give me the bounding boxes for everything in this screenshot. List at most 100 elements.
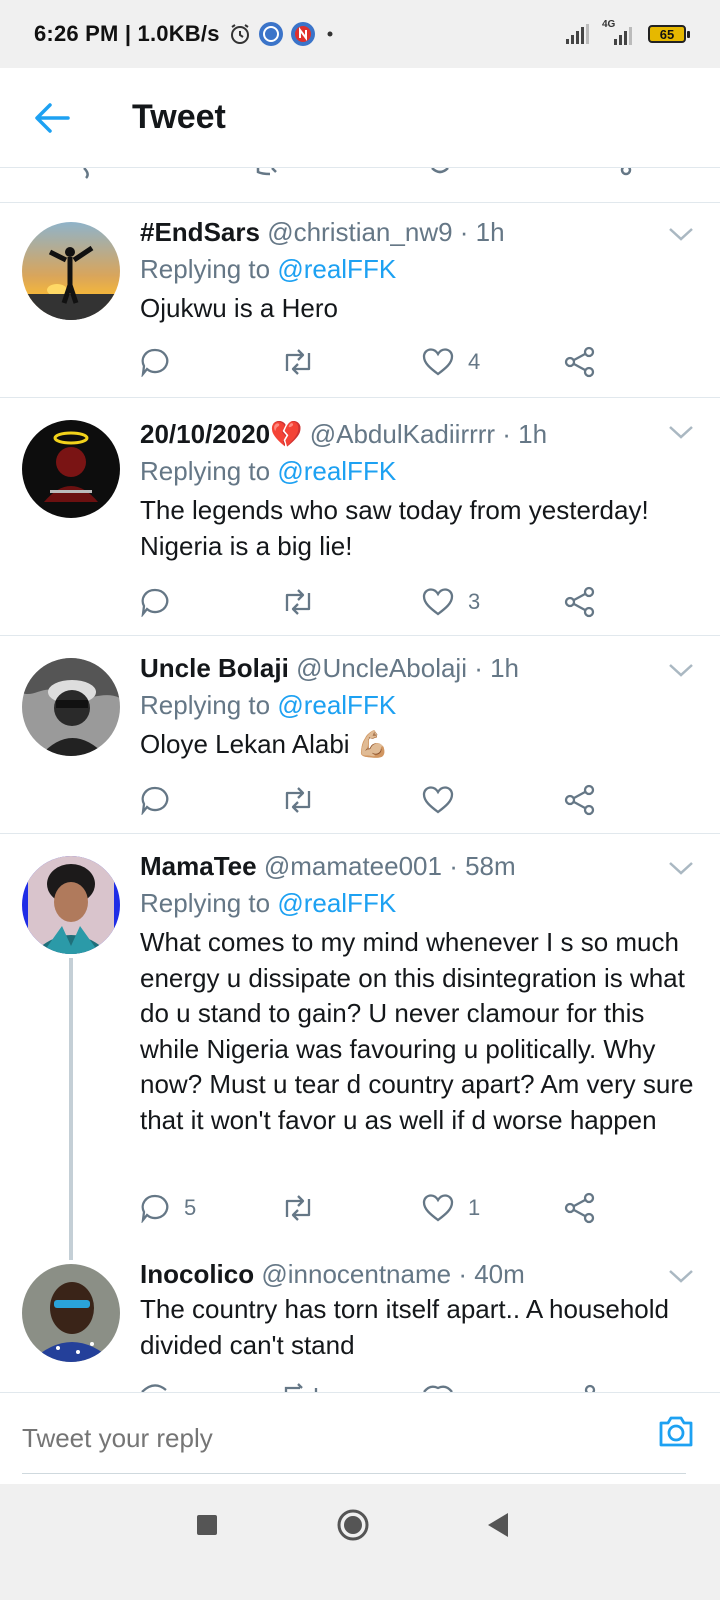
thread-connector: [69, 958, 73, 1260]
retweet-icon: [285, 1195, 311, 1221]
tweet-header: MamaTee @mamatee001 · 58m: [140, 850, 700, 882]
avatar-image: [22, 1264, 120, 1362]
page-title: Tweet: [132, 98, 226, 136]
reply-composer: [0, 1392, 720, 1484]
author-handle: @UncleAbolaji · 1h: [296, 653, 520, 683]
tweet-header: 20/10/2020💔 @AbdulKadiirrrr · 1h: [140, 418, 700, 450]
replying-mention-link[interactable]: @realFFK: [277, 690, 396, 720]
like-count: 3: [468, 589, 481, 614]
reply-icon: [141, 1194, 169, 1223]
like-button[interactable]: [422, 782, 468, 818]
author-handle: @christian_nw9 · 1h: [267, 217, 505, 247]
retweet-button[interactable]: [280, 584, 330, 620]
replying-mention-link[interactable]: @realFFK: [277, 888, 396, 918]
author-name[interactable]: Inocolico: [140, 1260, 254, 1289]
tweet-header: Uncle Bolaji @UncleAbolaji · 1h: [140, 652, 700, 684]
retweet-icon: [285, 787, 311, 813]
camera-icon[interactable]: [656, 1411, 696, 1451]
battery-level: 65: [659, 26, 675, 42]
like-button[interactable]: 4: [422, 344, 480, 380]
author-name[interactable]: MamaTee: [140, 851, 257, 881]
back-arrow-icon[interactable]: [32, 100, 72, 136]
tweet-actions: 5 1: [140, 1190, 610, 1226]
tweet-actions: 3: [140, 584, 610, 620]
tweet-body: Inocolico @innocentname · 40m The countr…: [140, 1260, 700, 1363]
back-triangle-icon[interactable]: [486, 1512, 510, 1538]
cut-off-action-icons: [83, 168, 632, 179]
network-type-label: 4G: [602, 19, 616, 30]
replying-prefix: Replying to: [140, 888, 271, 918]
retweet-button[interactable]: [280, 782, 330, 818]
reply-button[interactable]: [140, 344, 184, 380]
reply-icon: [141, 786, 169, 815]
retweet-icon: [285, 589, 311, 615]
replying-prefix: Replying to: [140, 690, 271, 720]
tweet-header: Inocolico @innocentname · 40m: [140, 1260, 700, 1290]
tweet-text: The country has torn itself apart.. A ho…: [140, 1294, 669, 1360]
avatar-image: [22, 658, 120, 756]
author-handle: @mamatee001 · 58m: [263, 851, 516, 881]
home-circle-icon[interactable]: [336, 1508, 370, 1542]
avatar-image: [22, 420, 120, 518]
share-button[interactable]: [564, 782, 596, 818]
avatar[interactable]: [22, 658, 120, 756]
system-navigation-bar: [0, 1484, 720, 1600]
like-count: 1: [468, 1195, 481, 1220]
like-count: 4: [468, 349, 481, 374]
reply-tweet[interactable]: Uncle Bolaji @UncleAbolaji · 1h Replying…: [0, 636, 720, 834]
retweet-button[interactable]: [280, 344, 330, 380]
retweet-button[interactable]: [280, 1190, 330, 1226]
reply-count: 5: [184, 1195, 197, 1220]
previous-tweet-actions: [0, 168, 720, 203]
signal-icon: [566, 24, 589, 44]
replying-mention-link[interactable]: @realFFK: [277, 254, 396, 284]
heart-icon: [422, 588, 454, 616]
share-icon: [564, 1192, 595, 1224]
retweet-icon: [285, 349, 311, 375]
avatar[interactable]: [22, 1264, 120, 1362]
status-bar: 6:26 PM | 1.0KB/s 4G 65: [0, 0, 720, 68]
heart-icon: [422, 348, 454, 376]
status-notification-icons: [228, 21, 338, 47]
avatar[interactable]: [22, 420, 120, 518]
tweet-body: MamaTee @mamatee001 · 58m Replying to @r…: [140, 850, 700, 1138]
avatar-image: [22, 856, 120, 954]
share-icon: [564, 586, 595, 618]
cut-off-action-icons: [141, 1383, 596, 1392]
recents-square-icon[interactable]: [196, 1514, 218, 1536]
like-button[interactable]: 3: [422, 584, 480, 620]
author-name[interactable]: 20/10/2020💔: [140, 419, 303, 449]
author-name[interactable]: Uncle Bolaji: [140, 653, 289, 683]
reply-tweet[interactable]: 20/10/2020💔 @AbdulKadiirrrr · 1h Replyin…: [0, 398, 720, 636]
share-button[interactable]: [564, 1190, 596, 1226]
tweet-header: #EndSars @christian_nw9 · 1h: [140, 216, 700, 248]
author-name[interactable]: #EndSars: [140, 217, 260, 247]
share-button[interactable]: [564, 584, 596, 620]
tweet-text: The legends who saw today from yesterday…: [140, 495, 649, 561]
reply-button[interactable]: [140, 584, 184, 620]
app-bar: Tweet: [0, 68, 720, 168]
replying-to: Replying to @realFFK: [140, 455, 700, 487]
reply-tweet[interactable]: MamaTee @mamatee001 · 58m Replying to @r…: [0, 834, 720, 1260]
share-button[interactable]: [564, 344, 596, 380]
replying-to: Replying to @realFFK: [140, 689, 700, 721]
reply-button[interactable]: [140, 782, 184, 818]
reply-button[interactable]: 5: [140, 1190, 196, 1226]
replying-mention-link[interactable]: @realFFK: [277, 456, 396, 486]
alarm-icon: [230, 24, 249, 44]
tweet-text: Ojukwu is a Hero: [140, 293, 338, 323]
more-notifications-dot-icon: [327, 31, 333, 37]
avatar[interactable]: [22, 222, 120, 320]
like-button[interactable]: 1: [422, 1190, 480, 1226]
reply-tweet[interactable]: Inocolico @innocentname · 40m The countr…: [0, 1260, 720, 1392]
tweet-actions: [140, 782, 610, 818]
reply-icon: [141, 588, 169, 617]
avatar-image: [22, 222, 120, 320]
tweet-actions: 4: [140, 344, 610, 380]
replying-to: Replying to @realFFK: [140, 253, 700, 285]
reply-tweet[interactable]: #EndSars @christian_nw9 · 1h Replying to…: [0, 200, 720, 398]
tweet-body: 20/10/2020💔 @AbdulKadiirrrr · 1h Replyin…: [140, 418, 700, 564]
reply-input[interactable]: [22, 1423, 582, 1454]
status-system-icons: 4G 65: [564, 19, 690, 47]
avatar[interactable]: [22, 856, 120, 954]
